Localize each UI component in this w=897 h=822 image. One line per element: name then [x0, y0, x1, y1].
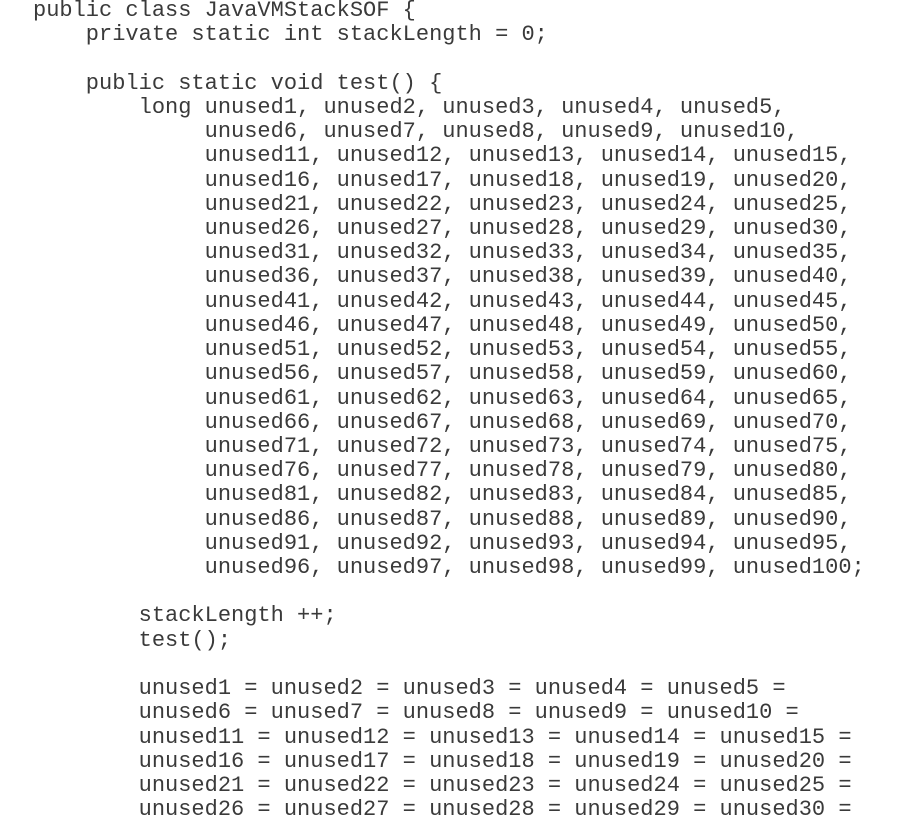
- code-line: long unused1, unused2, unused3, unused4,…: [33, 94, 786, 120]
- code-line: unused1 = unused2 = unused3 = unused4 = …: [33, 676, 786, 702]
- code-line: unused26 = unused27 = unused28 = unused2…: [33, 797, 852, 822]
- code-line: unused91, unused92, unused93, unused94, …: [33, 530, 852, 556]
- code-line: unused81, unused82, unused83, unused84, …: [33, 482, 852, 508]
- code-line: unused26, unused27, unused28, unused29, …: [33, 215, 852, 241]
- code-line: unused21 = unused22 = unused23 = unused2…: [33, 773, 852, 798]
- code-line: unused76, unused77, unused78, unused79, …: [33, 458, 852, 484]
- code-line: unused66, unused67, unused68, unused69, …: [33, 409, 852, 435]
- code-line: unused16 = unused17 = unused18 = unused1…: [33, 748, 852, 774]
- code-line: unused6, unused7, unused8, unused9, unus…: [33, 119, 799, 145]
- code-line: unused16, unused17, unused18, unused19, …: [33, 167, 852, 193]
- code-line: public class JavaVMStackSOF {: [33, 0, 416, 23]
- code-line: unused21, unused22, unused23, unused24, …: [33, 191, 852, 217]
- code-line: unused11 = unused12 = unused13 = unused1…: [33, 724, 852, 750]
- code-line: test();: [33, 627, 232, 653]
- code-line: unused6 = unused7 = unused8 = unused9 = …: [33, 700, 799, 726]
- code-line: unused46, unused47, unused48, unused49, …: [33, 312, 852, 338]
- code-block: public class JavaVMStackSOF { private st…: [33, 0, 865, 822]
- code-line: unused41, unused42, unused43, unused44, …: [33, 288, 852, 314]
- code-line: unused86, unused87, unused88, unused89, …: [33, 506, 852, 532]
- code-line: unused61, unused62, unused63, unused64, …: [33, 385, 852, 411]
- code-line: private static int stackLength = 0;: [33, 22, 548, 48]
- code-line: public static void test() {: [33, 70, 443, 96]
- code-line: unused31, unused32, unused33, unused34, …: [33, 240, 852, 266]
- code-line: stackLength ++;: [33, 603, 337, 629]
- code-view: public class JavaVMStackSOF { private st…: [0, 0, 897, 822]
- code-line: unused51, unused52, unused53, unused54, …: [33, 337, 852, 363]
- code-line: unused71, unused72, unused73, unused74, …: [33, 433, 852, 459]
- code-line: unused96, unused97, unused98, unused99, …: [33, 555, 865, 581]
- code-line: unused56, unused57, unused58, unused59, …: [33, 361, 852, 387]
- code-line: unused36, unused37, unused38, unused39, …: [33, 264, 852, 290]
- code-line: unused11, unused12, unused13, unused14, …: [33, 143, 852, 169]
